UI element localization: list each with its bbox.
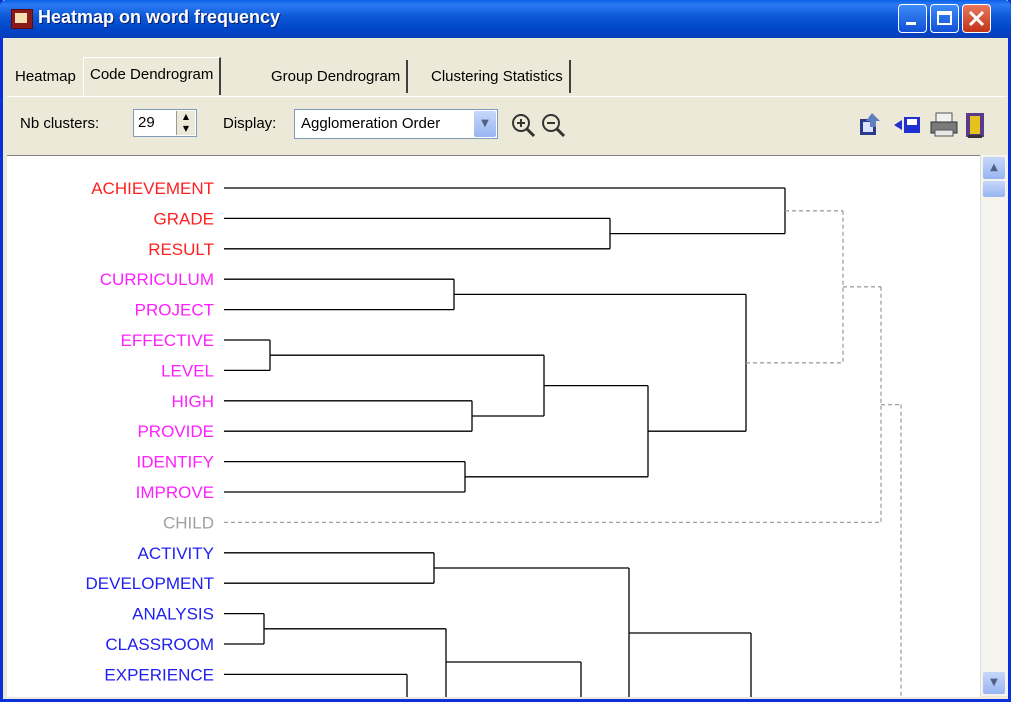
nb-clusters-stepper[interactable]: 29 ▲ ▼ <box>133 109 197 137</box>
tab-group-dendrogram[interactable]: Group Dendrogram <box>265 60 409 93</box>
dendrogram-leaf-label: EXPERIENCE <box>104 665 214 684</box>
dendrogram-leaf-label: ANALYSIS <box>132 605 214 624</box>
dendrogram-svg: ACHIEVEMENT GRADE RESULT CURRICULUM PROJECT E… <box>86 179 902 697</box>
zoom-out-button[interactable] <box>539 111 567 139</box>
dendrogram-leaf-label: GRADE <box>154 209 214 228</box>
exit-icon <box>966 113 984 138</box>
zoom-out-icon <box>542 114 566 138</box>
title-bar[interactable]: Heatmap on word frequency <box>0 0 1011 38</box>
display-select[interactable]: Agglomeration Order ▼ <box>294 109 498 139</box>
nb-clusters-label: Nb clusters: <box>20 115 100 132</box>
export-icon <box>860 113 880 135</box>
tab-strip: Heatmap Code Dendrogram Group Dendrogram… <box>7 42 1007 95</box>
display-select-value: Agglomeration Order <box>301 115 441 132</box>
app-window: Heatmap on word frequency Heatmap Code D… <box>0 0 1011 702</box>
display-label: Display: <box>223 115 277 132</box>
nb-clusters-value[interactable]: 29 <box>138 114 155 131</box>
scroll-down-button[interactable]: ▼ <box>983 672 1005 694</box>
stepper-buttons: ▲ ▼ <box>176 111 195 135</box>
save-button[interactable] <box>892 111 920 139</box>
dendrogram-leaf-label: IDENTIFY <box>137 453 214 472</box>
dendrogram-leaf-label: CHILD <box>163 513 214 532</box>
minimize-icon <box>906 22 916 25</box>
zoom-in-icon <box>512 114 536 138</box>
minimize-button[interactable] <box>898 4 927 33</box>
vertical-scrollbar[interactable]: ▲ ▼ <box>980 155 1008 696</box>
print-icon <box>930 112 958 137</box>
dendrogram-leaf-label: EFFECTIVE <box>120 331 214 350</box>
zoom-in-button[interactable] <box>509 111 537 139</box>
dendrogram-leaf-label: LEVEL <box>161 361 214 380</box>
dendrogram-leaf-label: RESULT <box>148 240 214 259</box>
dendrogram-leaf-label: ACTIVITY <box>137 544 214 563</box>
dendrogram-canvas: ACHIEVEMENT GRADE RESULT CURRICULUM PROJECT E… <box>7 155 980 697</box>
dendrogram-leaf-label: ACHIEVEMENT <box>91 179 214 198</box>
exit-button[interactable] <box>961 111 989 139</box>
export-button[interactable] <box>858 111 886 139</box>
scroll-up-button[interactable]: ▲ <box>983 157 1005 179</box>
window-title: Heatmap on word frequency <box>38 7 281 27</box>
maximize-button[interactable] <box>930 4 959 33</box>
stepper-down-icon[interactable]: ▼ <box>177 123 195 135</box>
tab-heatmap[interactable]: Heatmap <box>9 60 82 93</box>
tab-code-dendrogram[interactable]: Code Dendrogram <box>83 57 222 95</box>
toolbar: Nb clusters: 29 ▲ ▼ Display: Agglomerati… <box>7 96 1007 155</box>
scroll-thumb[interactable] <box>983 181 1005 197</box>
maximize-icon <box>937 11 952 25</box>
close-icon <box>968 10 985 27</box>
close-button[interactable] <box>962 4 991 33</box>
stepper-up-icon[interactable]: ▲ <box>177 111 195 123</box>
tab-clustering-statistics[interactable]: Clustering Statistics <box>425 60 571 93</box>
dendrogram-leaf-label: CLASSROOM <box>105 635 214 654</box>
chevron-down-icon[interactable]: ▼ <box>474 111 496 137</box>
dendrogram-leaf-label: HIGH <box>172 392 215 411</box>
app-icon <box>11 9 33 29</box>
dendrogram-leaf-label: DEVELOPMENT <box>86 574 214 593</box>
dendrogram-leaf-label: CURRICULUM <box>100 270 214 289</box>
print-button[interactable] <box>928 111 958 139</box>
dendrogram-leaf-label: IMPROVE <box>136 483 214 502</box>
dendrogram-leaf-label: PROJECT <box>135 301 214 320</box>
dendrogram-leaf-label: PROVIDE <box>137 422 214 441</box>
save-icon <box>894 117 920 133</box>
